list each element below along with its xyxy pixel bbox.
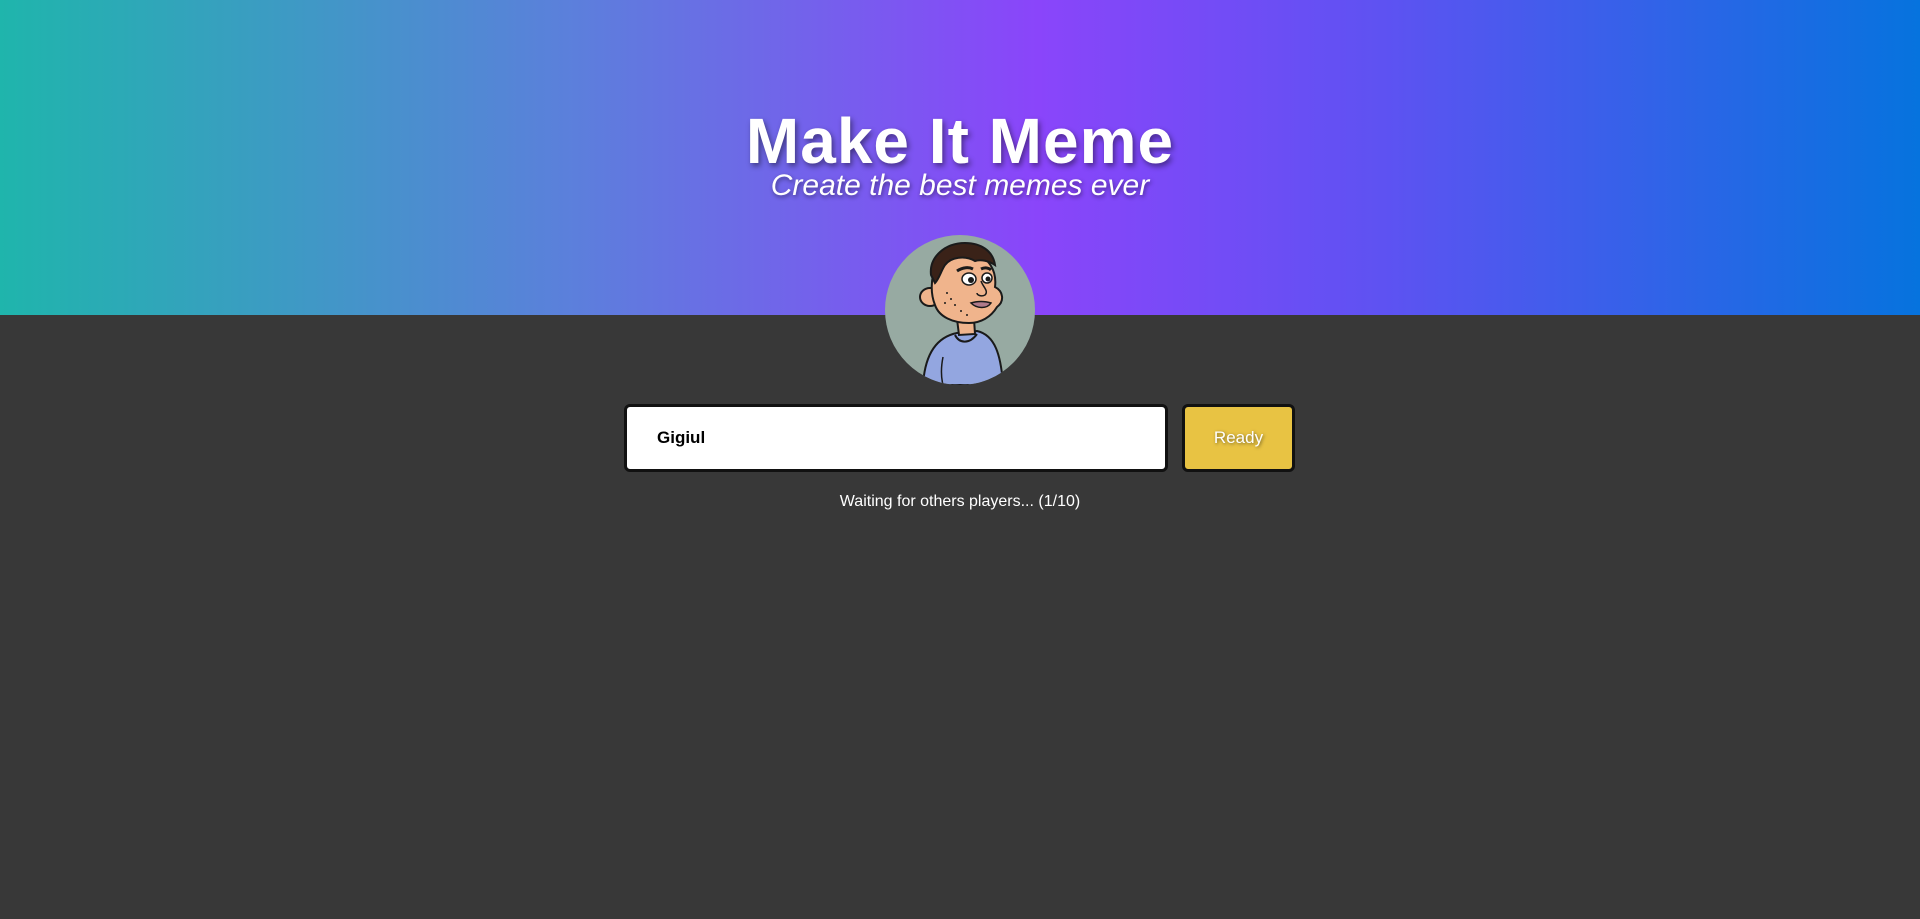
waiting-status-text: Waiting for others players... (1/10) xyxy=(839,493,1081,510)
cartoon-man-avatar-icon xyxy=(919,241,1005,385)
ready-button[interactable]: Ready xyxy=(1182,404,1295,472)
page-subtitle: Create the best memes ever xyxy=(770,169,1150,202)
player-name-input[interactable] xyxy=(624,404,1168,472)
avatar[interactable] xyxy=(885,235,1035,385)
page-title: Make It Meme xyxy=(745,105,1175,177)
